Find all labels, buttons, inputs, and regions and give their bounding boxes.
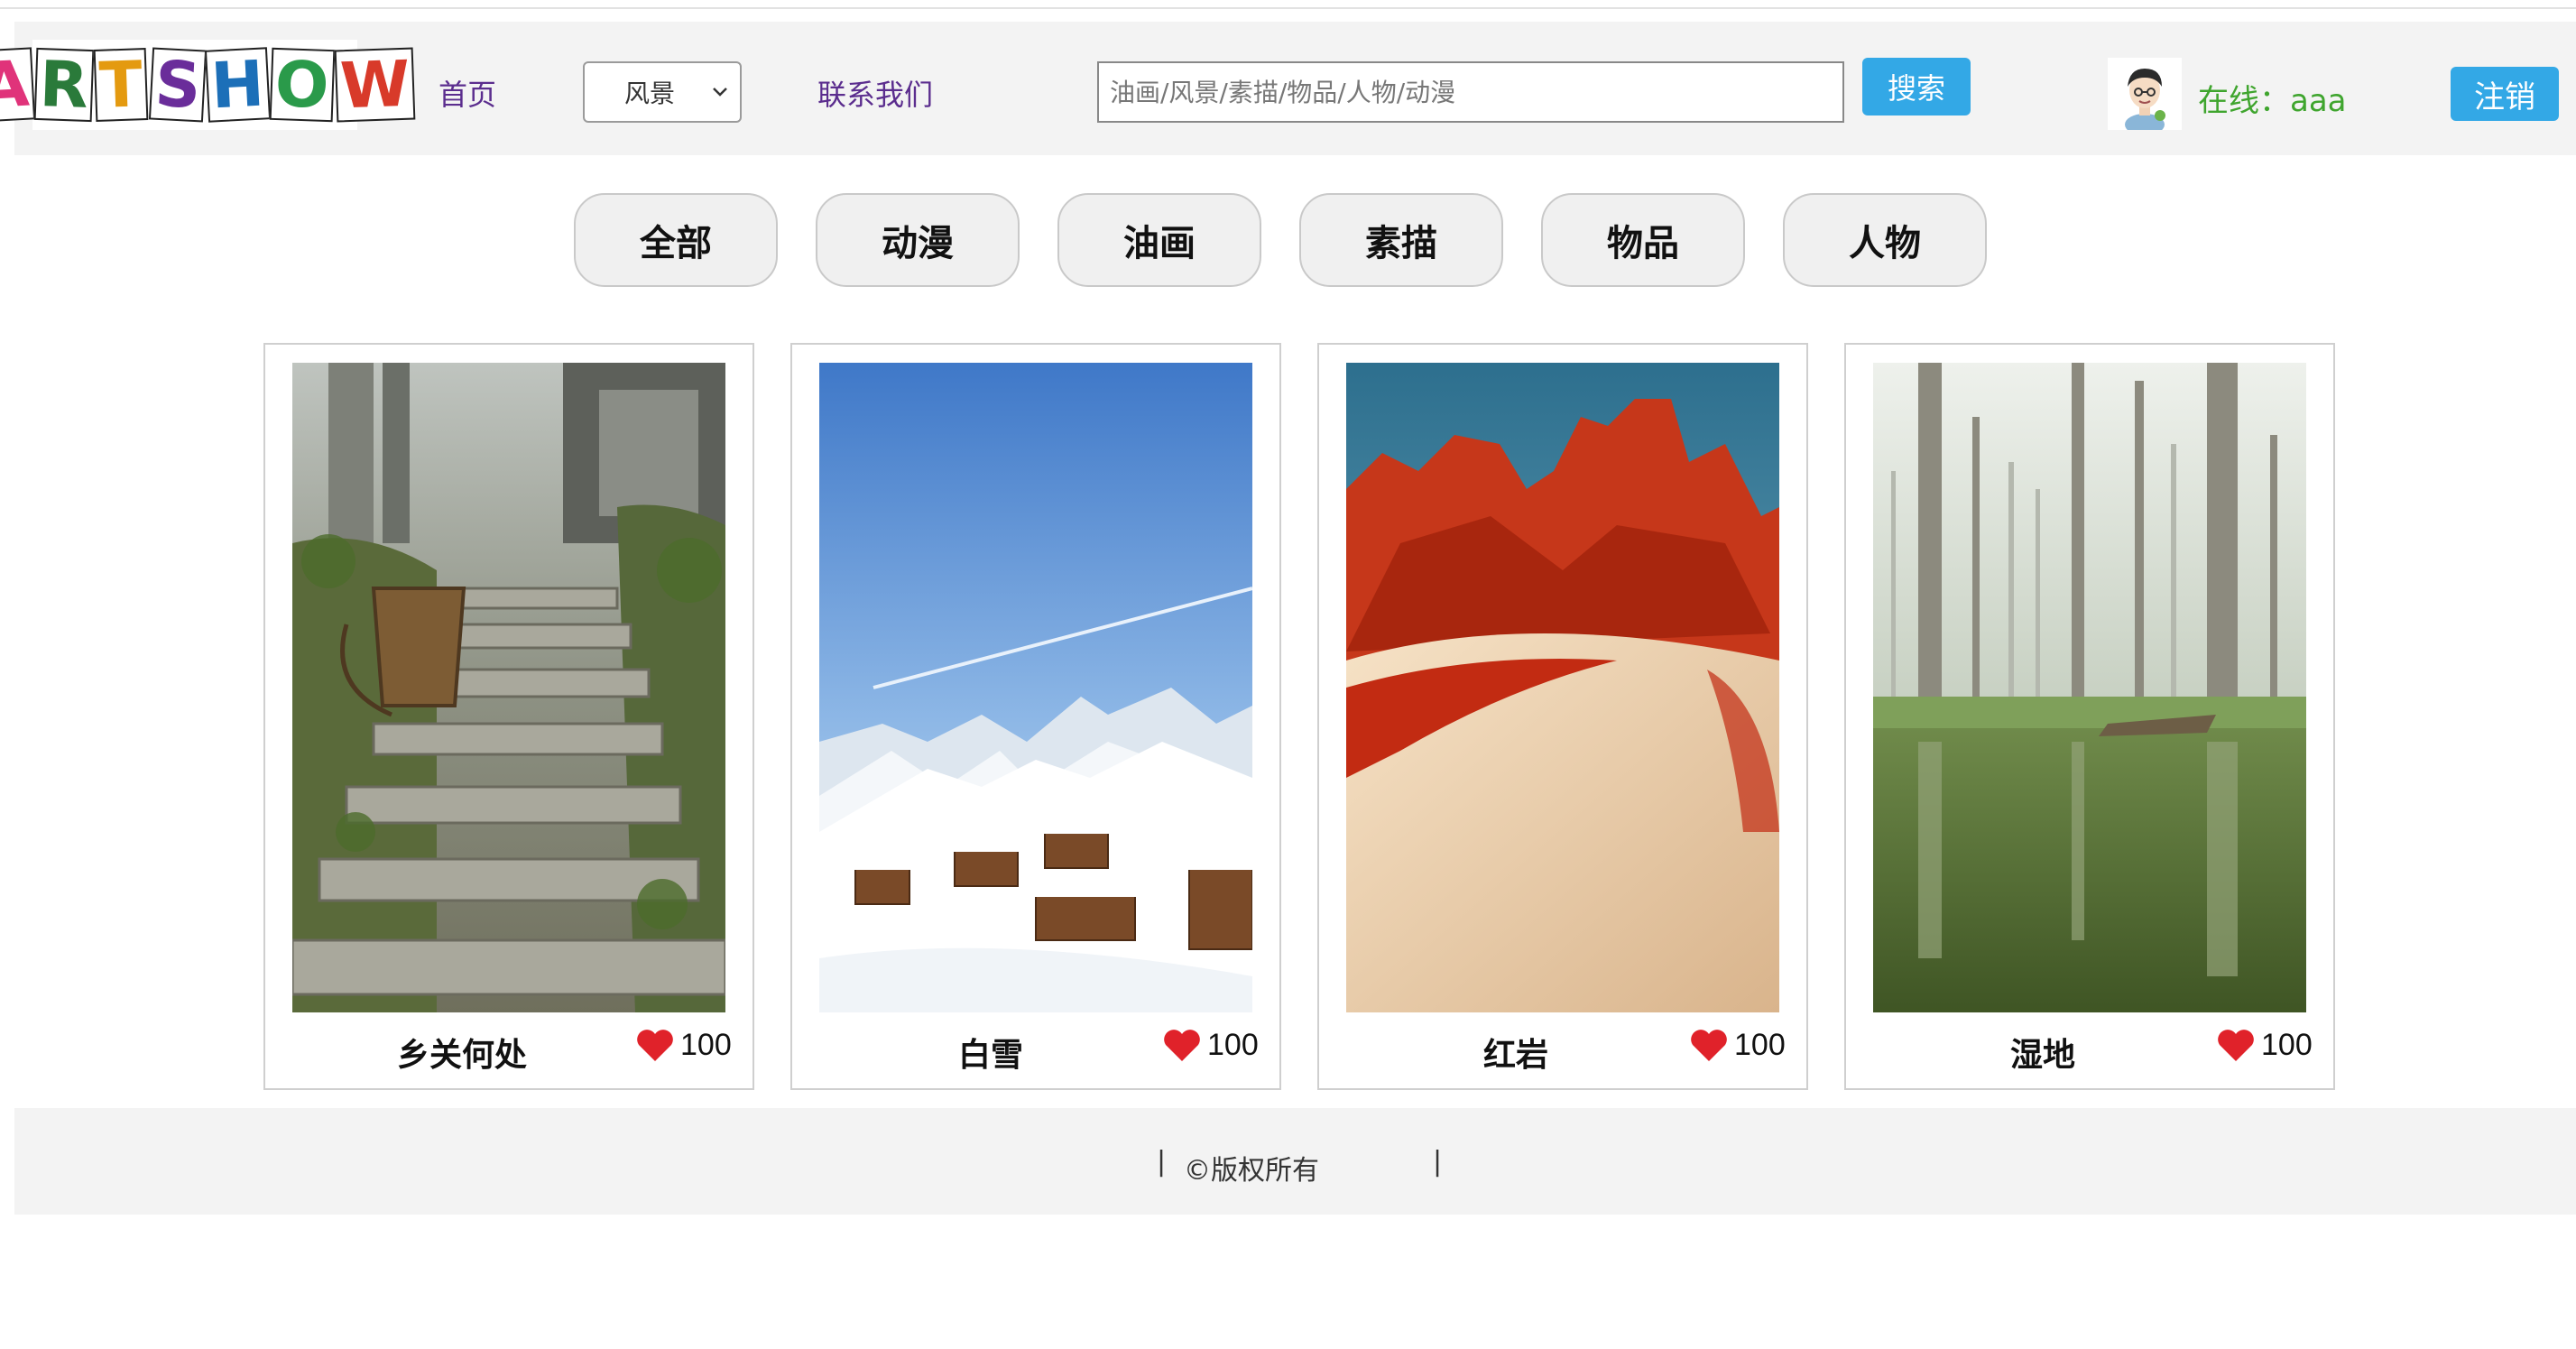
logo-letter: T: [93, 47, 149, 123]
heart-icon: [637, 1030, 673, 1061]
artwork-image-snow-village[interactable]: [819, 363, 1252, 1012]
artshow-logo[interactable]: A R T S H O W: [0, 40, 416, 130]
logo-letter: O: [269, 47, 335, 123]
like-count: 100: [1207, 1027, 1259, 1062]
category-anime-button[interactable]: 动漫: [816, 193, 1020, 287]
artwork-image-stone-steps[interactable]: [292, 363, 725, 1012]
online-status: 在线：aaa: [2198, 76, 2347, 120]
artwork-title: 红岩: [1483, 1037, 1549, 1074]
artwork-title: 乡关何处: [397, 1037, 528, 1074]
like-count: 100: [680, 1027, 732, 1062]
artwork-card[interactable]: 乡关何处 100: [263, 343, 754, 1090]
artwork-image-red-rock[interactable]: [1346, 363, 1779, 1012]
logo-letter: R: [34, 47, 95, 123]
category-select[interactable]: 风景: [583, 61, 742, 123]
category-sketch-button[interactable]: 素描: [1299, 193, 1503, 287]
logo-letter: W: [334, 47, 416, 123]
like-count: 100: [1734, 1027, 1786, 1062]
chevron-down-icon: [713, 88, 727, 97]
like-button[interactable]: 100: [2216, 1027, 2313, 1063]
heart-icon: [2218, 1030, 2254, 1061]
logout-button[interactable]: 注销: [2451, 67, 2559, 121]
artwork-card[interactable]: 白雪 100: [790, 343, 1281, 1090]
avatar-cartoon-icon: [2108, 58, 2182, 135]
red-rock-picture: [1346, 363, 1779, 1012]
header-bar: A R T S H O W 首页 风景 联系我们 搜索 在线：aaa: [0, 22, 2576, 155]
artwork-title: 湿地: [2010, 1037, 2076, 1074]
logo-letter: A: [0, 47, 36, 123]
logo-letter: S: [148, 47, 208, 123]
artwork-image-wetland[interactable]: [1873, 363, 2306, 1012]
nav-home-link[interactable]: 首页: [439, 72, 496, 114]
like-button[interactable]: 100: [1162, 1027, 1259, 1063]
copyright-text: ©版权所有: [1184, 1155, 1319, 1187]
footer-divider-right: |: [1433, 1146, 1443, 1178]
search-button[interactable]: 搜索: [1862, 58, 1971, 115]
wetland-picture: [1873, 363, 2306, 1012]
footer: | ©版权所有 |: [14, 1108, 2576, 1215]
username: aaa: [2290, 83, 2347, 119]
artwork-card[interactable]: 红岩 100: [1317, 343, 1808, 1090]
category-select-value: 风景: [624, 79, 676, 108]
nav-contact-link[interactable]: 联系我们: [817, 72, 933, 114]
user-avatar[interactable]: [2108, 58, 2182, 135]
online-label: 在线：: [2198, 83, 2290, 119]
heart-icon: [1691, 1030, 1727, 1061]
artwork-title: 白雪: [958, 1037, 1024, 1074]
category-all-button[interactable]: 全部: [574, 193, 778, 287]
like-count: 100: [2261, 1027, 2313, 1062]
snow-village-picture: [819, 363, 1252, 1012]
category-oil-painting-button[interactable]: 油画: [1057, 193, 1261, 287]
logo-letter: H: [205, 47, 272, 123]
stone-steps-picture: [292, 363, 725, 1012]
category-objects-button[interactable]: 物品: [1541, 193, 1745, 287]
artwork-card[interactable]: 湿地 100: [1844, 343, 2335, 1090]
like-button[interactable]: 100: [635, 1027, 732, 1063]
heart-icon: [1164, 1030, 1200, 1061]
category-people-button[interactable]: 人物: [1783, 193, 1987, 287]
footer-divider-left: |: [1157, 1146, 1167, 1178]
search-input[interactable]: [1097, 61, 1844, 123]
top-divider: [0, 7, 2576, 9]
like-button[interactable]: 100: [1689, 1027, 1786, 1063]
